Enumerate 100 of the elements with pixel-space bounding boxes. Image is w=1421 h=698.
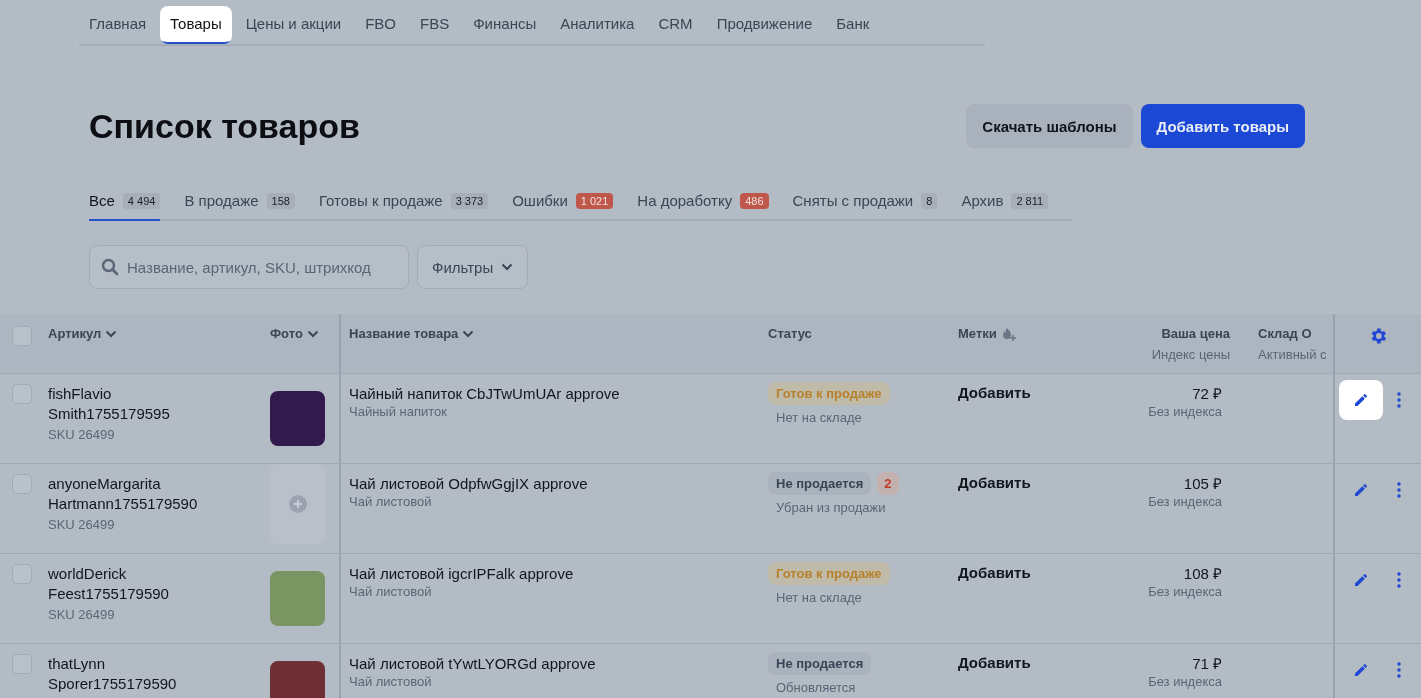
sku-text: SKU 26499 bbox=[48, 517, 115, 532]
column-header[interactable]: Статус bbox=[768, 326, 812, 341]
search-field[interactable]: Название, артикул, SKU, штрихкод bbox=[89, 245, 409, 289]
status-tab[interactable]: В продаже 158 bbox=[184, 192, 295, 221]
status-tab[interactable]: Готовы к продаже 3 373 bbox=[318, 192, 489, 221]
add-tags-link[interactable]: Добавить bbox=[958, 384, 1031, 401]
row-checkbox[interactable] bbox=[12, 654, 32, 674]
page-title: Список товаров bbox=[89, 106, 360, 146]
status-badge: Не продается bbox=[768, 472, 872, 495]
count-badge: 3 373 bbox=[450, 192, 489, 209]
price-index-text: Без индекса bbox=[1148, 584, 1222, 599]
nav-tab[interactable]: Финансы bbox=[463, 6, 547, 44]
nav-tab[interactable]: Аналитика bbox=[550, 6, 645, 44]
category-text: Чай листовой bbox=[349, 494, 432, 509]
column-subheader: Активный с bbox=[1258, 347, 1327, 362]
more-icon bbox=[1397, 662, 1401, 678]
tab-label: Готовы к продаже bbox=[318, 192, 443, 209]
article-text: thatLynn Sporer1755179590 bbox=[48, 654, 178, 694]
status-tab[interactable]: Все 4 494 bbox=[89, 192, 161, 221]
tab-label: Все bbox=[89, 192, 115, 209]
status-badge: Не продается bbox=[768, 652, 872, 675]
sku-text: SKU 26499 bbox=[48, 607, 115, 622]
add-tags-link[interactable]: Добавить bbox=[958, 564, 1031, 581]
count-badge: 4 494 bbox=[122, 192, 161, 209]
count-badge: 158 bbox=[266, 192, 295, 209]
add-products-button[interactable]: Добавить товары bbox=[1140, 104, 1305, 148]
plus-circle-icon bbox=[288, 495, 307, 513]
add-tags-link[interactable]: Добавить bbox=[958, 474, 1031, 491]
status-badge: Готов к продаже bbox=[768, 562, 890, 585]
count-badge: 1 021 bbox=[575, 192, 614, 209]
article-text: fishFlavio Smith1755179595 bbox=[48, 384, 171, 424]
flame-plus-icon bbox=[1000, 326, 1017, 341]
error-count-badge: 2 bbox=[877, 472, 899, 495]
chevron-down-icon bbox=[462, 329, 475, 338]
status-tab[interactable]: Сняты с продажи 8 bbox=[792, 192, 938, 221]
column-header[interactable]: Название товара bbox=[349, 326, 475, 341]
price-text: 71 ₽ bbox=[1192, 654, 1222, 674]
pencil-icon bbox=[1353, 482, 1369, 498]
search-icon bbox=[101, 258, 119, 276]
product-name[interactable]: Чай листовой igcrIPFalk approve bbox=[349, 564, 574, 584]
download-templates-button[interactable]: Скачать шаблоны bbox=[966, 104, 1133, 148]
row-checkbox[interactable] bbox=[12, 384, 32, 404]
count-badge: 486 bbox=[740, 192, 769, 209]
column-header[interactable]: Фото bbox=[270, 326, 319, 341]
status-tab[interactable]: На доработку 486 bbox=[637, 192, 769, 221]
price-index-text: Без индекса bbox=[1148, 404, 1222, 419]
nav-tab[interactable]: Главная bbox=[79, 6, 157, 44]
status-note: Нет на складе bbox=[775, 410, 862, 425]
nav-tab[interactable]: Банк bbox=[826, 6, 880, 44]
category-text: Чай листовой bbox=[349, 584, 432, 599]
sku-text: SKU 26499 bbox=[48, 427, 115, 442]
add-tags-link[interactable]: Добавить bbox=[958, 654, 1031, 671]
nav-tab[interactable]: FBO bbox=[355, 6, 407, 44]
status-tab[interactable]: Ошибки 1 021 bbox=[512, 192, 614, 221]
article-text: worldDerick Feest1755179590 bbox=[48, 564, 170, 604]
status-note: Убран из продажи bbox=[775, 500, 886, 515]
nav-tab[interactable]: Цены и акции bbox=[235, 6, 352, 44]
chevron-down-icon bbox=[501, 263, 514, 271]
column-header[interactable]: Артикул bbox=[48, 326, 118, 341]
column-header[interactable]: Склад О bbox=[1258, 326, 1312, 341]
pencil-icon bbox=[1353, 572, 1369, 588]
row-checkbox[interactable] bbox=[12, 474, 32, 494]
product-name[interactable]: Чай листовой OdpfwGgjIX approve bbox=[349, 474, 588, 494]
price-text: 105 ₽ bbox=[1183, 474, 1222, 494]
more-icon bbox=[1397, 392, 1401, 408]
count-badge: 2 811 bbox=[1011, 192, 1049, 209]
tab-label: Ошибки bbox=[512, 192, 568, 209]
product-name[interactable]: Чайный напиток CbJTwUmUAr approve bbox=[349, 384, 620, 404]
status-note: Обновляется bbox=[775, 680, 856, 695]
pencil-icon bbox=[1353, 662, 1369, 678]
column-subheader: Индекс цены bbox=[1151, 347, 1230, 362]
nav-tab[interactable]: CRM bbox=[648, 6, 703, 44]
price-index-text: Без индекса bbox=[1148, 674, 1222, 689]
chevron-down-icon bbox=[105, 329, 118, 338]
tab-label: Сняты с продажи bbox=[792, 192, 914, 209]
status-tab[interactable]: Архив 2 811 bbox=[961, 192, 1049, 221]
chevron-down-icon bbox=[306, 329, 319, 338]
nav-tab[interactable]: Продвижение bbox=[706, 6, 823, 44]
price-text: 108 ₽ bbox=[1183, 564, 1222, 584]
more-icon bbox=[1397, 482, 1401, 498]
edit-button[interactable] bbox=[1339, 380, 1383, 420]
add-photo-placeholder[interactable] bbox=[270, 464, 325, 544]
nav-tab[interactable]: FBS bbox=[410, 6, 460, 44]
category-text: Чайный напиток bbox=[349, 404, 447, 419]
nav-tab[interactable]: Товары bbox=[160, 6, 232, 44]
row-checkbox[interactable] bbox=[12, 564, 32, 584]
category-text: Чай листовой bbox=[349, 674, 432, 689]
column-header[interactable]: Метки bbox=[958, 326, 1017, 341]
pencil-icon bbox=[1353, 392, 1369, 408]
article-text: anyoneMargarita Hartmann1755179590 bbox=[48, 474, 198, 514]
filters-button[interactable]: Фильтры bbox=[417, 245, 529, 289]
more-icon bbox=[1397, 572, 1401, 588]
tab-label: В продаже bbox=[184, 192, 259, 209]
select-all-checkbox[interactable] bbox=[12, 326, 32, 346]
product-name[interactable]: Чай листовой tYwtLYORGd approve bbox=[349, 654, 596, 674]
price-text: 72 ₽ bbox=[1192, 384, 1222, 404]
tab-label: Архив bbox=[961, 192, 1004, 209]
count-badge: 8 bbox=[921, 192, 938, 209]
column-header[interactable]: Ваша цена bbox=[1161, 326, 1230, 341]
tab-label: На доработку bbox=[637, 192, 733, 209]
